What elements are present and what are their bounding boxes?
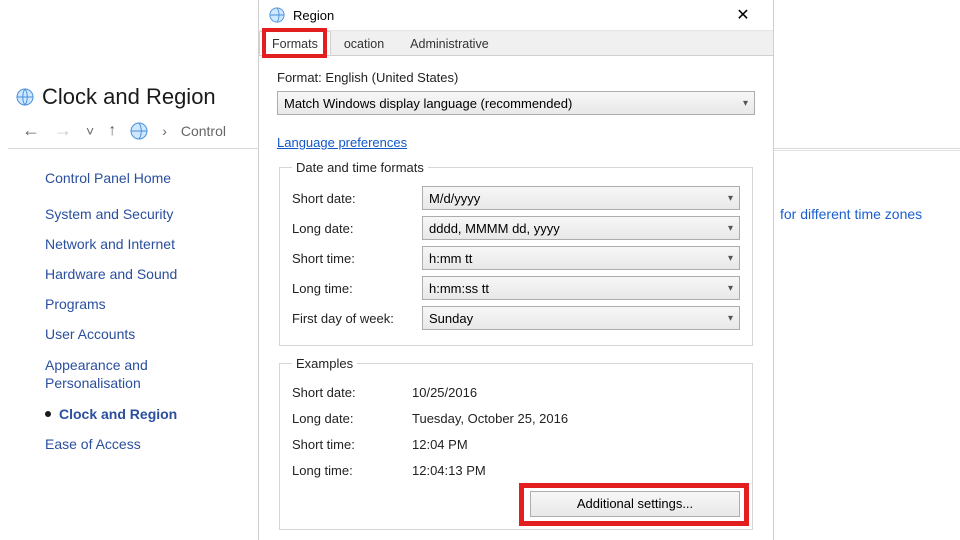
breadcrumb: ← → ˅ ↑ › Control	[22, 120, 226, 141]
date-time-formats-group: Date and time formats Short date: M/d/yy…	[279, 160, 753, 346]
globe-icon	[269, 7, 285, 23]
label-long-time: Long time:	[292, 463, 412, 478]
long-time-select[interactable]: h:mm:ss tt ▾	[422, 276, 740, 300]
long-date-select[interactable]: dddd, MMMM dd, yyyy ▾	[422, 216, 740, 240]
bullet-icon	[45, 411, 51, 417]
label-long-time: Long time:	[292, 281, 422, 296]
nav-up-icon[interactable]: ↑	[108, 122, 116, 140]
close-button[interactable]: ✕	[723, 5, 763, 25]
breadcrumb-item[interactable]: Control	[181, 123, 226, 139]
tab-administrative[interactable]: Administrative	[397, 31, 502, 55]
group-legend: Examples	[292, 356, 357, 371]
sidebar-item-network[interactable]: Network and Internet	[45, 236, 245, 252]
label-short-date: Short date:	[292, 385, 412, 400]
label-short-time: Short time:	[292, 251, 422, 266]
chevron-down-icon: ▾	[728, 253, 733, 264]
chevron-down-icon: ▾	[728, 283, 733, 294]
chevron-down-icon: ▾	[728, 313, 733, 324]
examples-group: Examples Short date:10/25/2016 Long date…	[279, 356, 753, 530]
label-short-date: Short date:	[292, 191, 422, 206]
short-time-select[interactable]: h:mm tt ▾	[422, 246, 740, 270]
label-long-date: Long date:	[292, 221, 422, 236]
label-short-time: Short time:	[292, 437, 412, 452]
page-title: Clock and Region	[42, 84, 216, 110]
first-day-value: Sunday	[429, 311, 473, 326]
sidebar-home[interactable]: Control Panel Home	[45, 170, 245, 186]
nav-back-icon[interactable]: ←	[22, 120, 40, 141]
example-long-time: 12:04:13 PM	[412, 463, 486, 478]
label-long-date: Long date:	[292, 411, 412, 426]
language-preferences-link[interactable]: Language preferences	[277, 135, 407, 150]
first-day-select[interactable]: Sunday ▾	[422, 306, 740, 330]
long-date-value: dddd, MMMM dd, yyyy	[429, 221, 560, 236]
chevron-right-icon: ›	[162, 123, 167, 139]
additional-settings-button[interactable]: Additional settings...	[530, 491, 740, 517]
sidebar-item-hardware[interactable]: Hardware and Sound	[45, 266, 245, 282]
globe-icon	[16, 88, 34, 106]
short-time-value: h:mm tt	[429, 251, 472, 266]
short-date-value: M/d/yyyy	[429, 191, 480, 206]
format-label: Format: English (United States)	[277, 70, 755, 85]
long-time-value: h:mm:ss tt	[429, 281, 489, 296]
sidebar-item-system[interactable]: System and Security	[45, 206, 245, 222]
chevron-down-icon: ▾	[728, 193, 733, 204]
tab-formats[interactable]: Formats	[259, 31, 331, 55]
sidebar-item-user-accounts[interactable]: User Accounts	[45, 326, 245, 342]
short-date-select[interactable]: M/d/yyyy ▾	[422, 186, 740, 210]
example-short-time: 12:04 PM	[412, 437, 468, 452]
example-long-date: Tuesday, October 25, 2016	[412, 411, 568, 426]
dialog-title: Region	[293, 8, 334, 23]
region-dialog: Region ✕ Formats ocation Administrative …	[258, 0, 774, 540]
nav-forward-icon: →	[54, 120, 72, 141]
sidebar-item-programs[interactable]: Programs	[45, 296, 245, 312]
format-select[interactable]: Match Windows display language (recommen…	[277, 91, 755, 115]
tab-location[interactable]: ocation	[331, 31, 397, 55]
format-select-value: Match Windows display language (recommen…	[284, 96, 572, 111]
sidebar-item-appearance[interactable]: Appearance and Personalisation	[45, 356, 245, 392]
example-short-date: 10/25/2016	[412, 385, 477, 400]
sidebar-item-ease-of-access[interactable]: Ease of Access	[45, 436, 245, 452]
chevron-down-icon: ▾	[743, 98, 748, 109]
chevron-down-icon[interactable]: ˅	[86, 123, 94, 139]
chevron-down-icon: ▾	[728, 223, 733, 234]
group-legend: Date and time formats	[292, 160, 428, 175]
globe-icon	[130, 122, 148, 140]
label-first-day: First day of week:	[292, 311, 422, 326]
sidebar-item-clock-region[interactable]: Clock and Region	[59, 406, 177, 422]
link-time-zones[interactable]: for different time zones	[780, 206, 922, 222]
